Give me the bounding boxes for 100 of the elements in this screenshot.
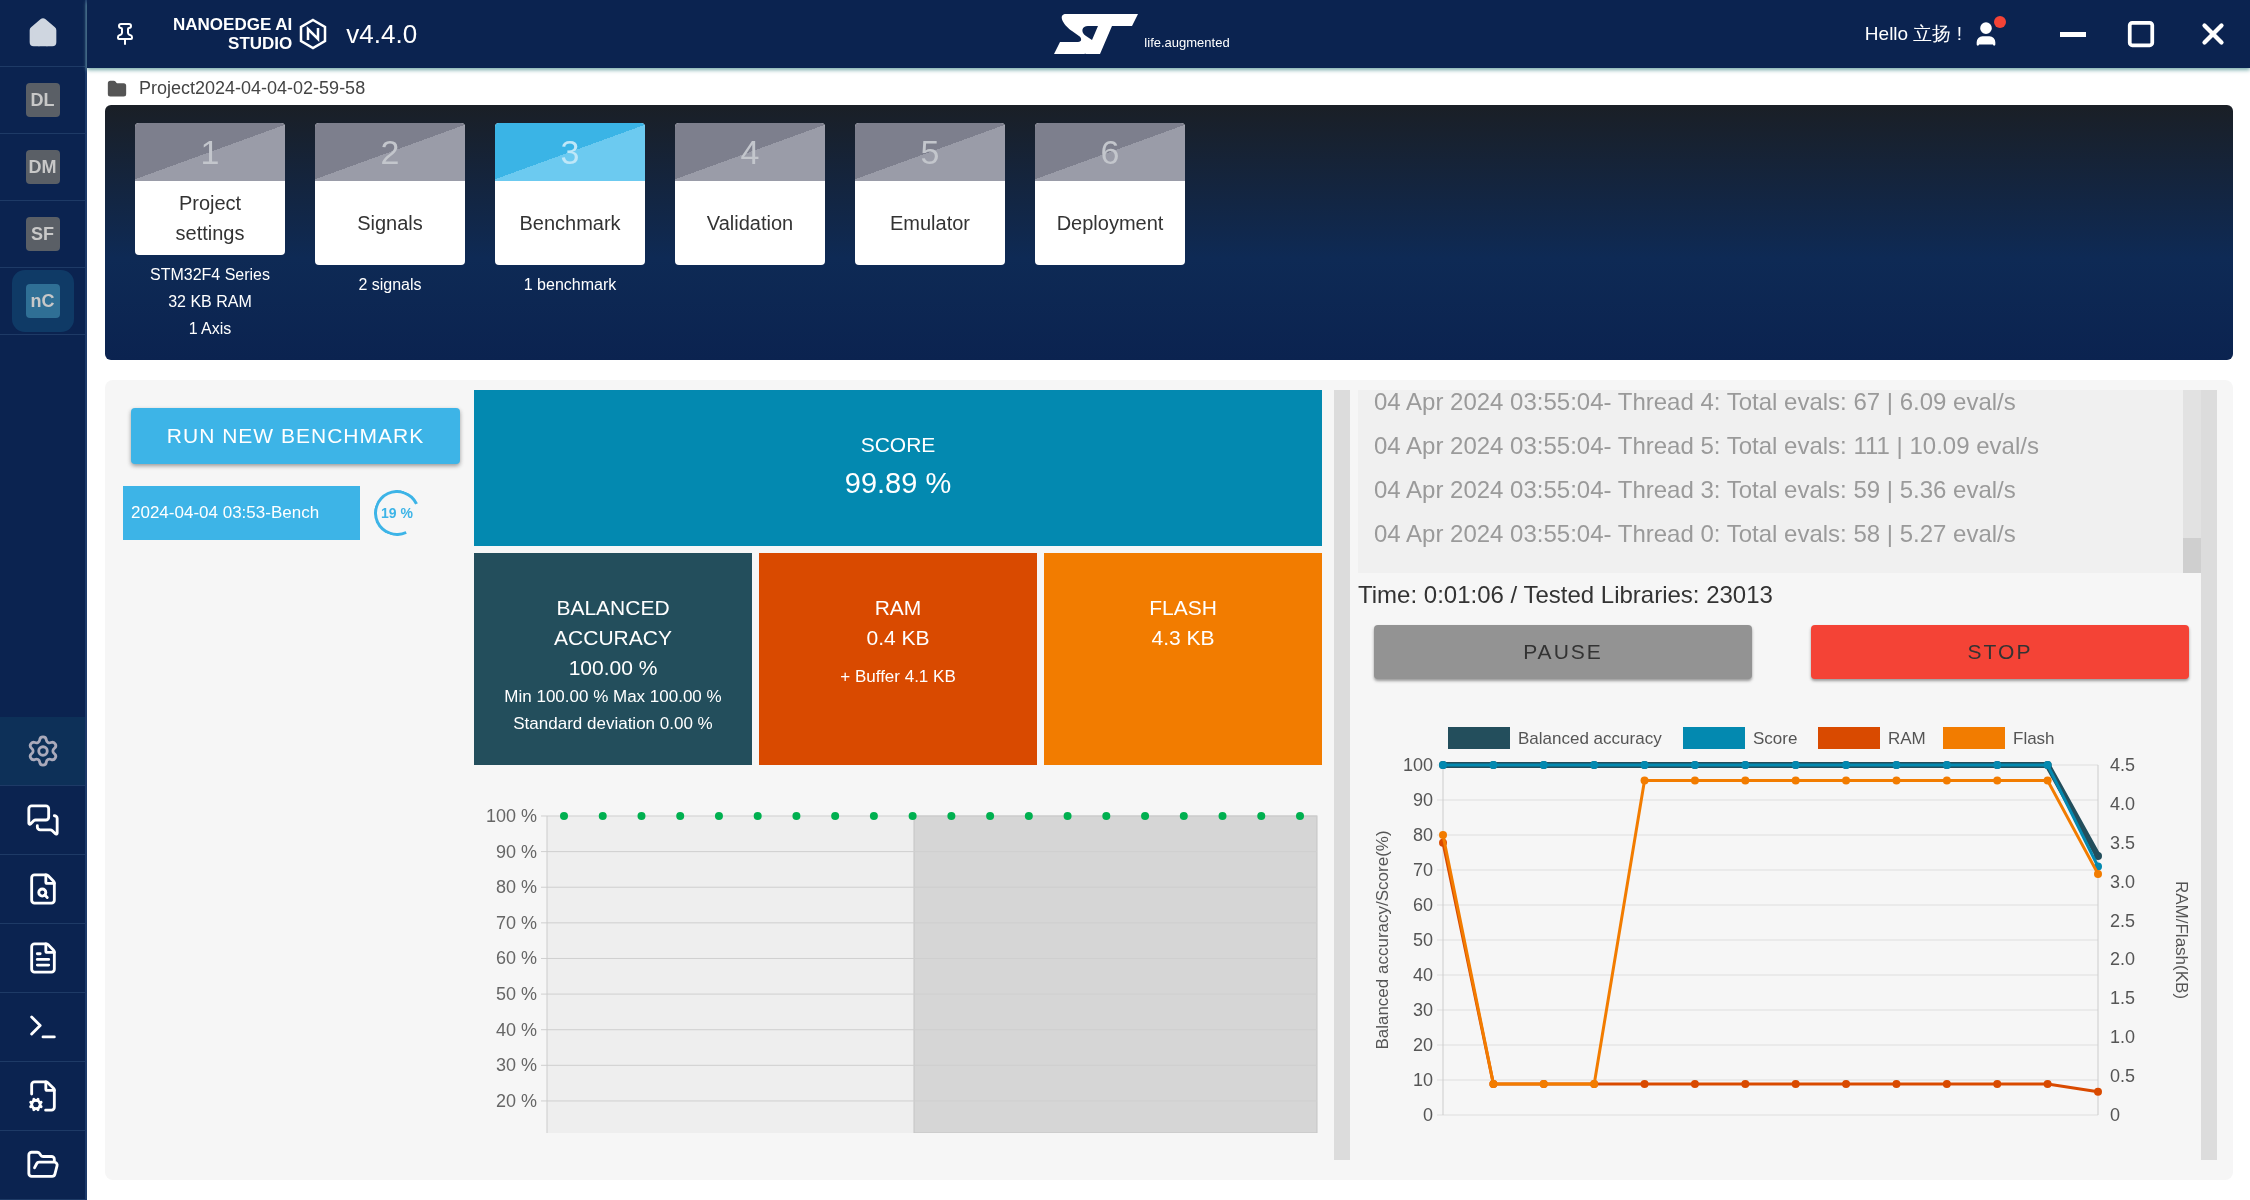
- legend-label: RAM: [1888, 729, 1926, 748]
- axis-tick-label: 0: [1423, 1105, 1433, 1125]
- data-point: [2043, 776, 2052, 785]
- data-point: [1942, 1079, 1951, 1088]
- axis-tick-label: 3.5: [2110, 832, 2136, 853]
- axis-tick-label: 100: [1402, 755, 1433, 775]
- axis-tick-label: 30 %: [495, 1055, 537, 1076]
- step-detail: STM32F4 Series: [149, 265, 270, 285]
- module-badge[interactable]: DL: [25, 83, 60, 117]
- log-line: 04 Apr 2024 03:55:04- Thread 5: Total evals: 111 | 10.09 eval/s: [1374, 431, 2040, 461]
- version-label: v4.4.0: [346, 18, 418, 50]
- axis-tick-label: 60 %: [495, 948, 537, 969]
- stop-button[interactable]: STOP: [1811, 625, 2189, 679]
- maximize-icon: [2126, 19, 2156, 49]
- axis-tick-label: 40 %: [495, 1019, 537, 1040]
- axis-tick-label: 20 %: [495, 1090, 537, 1111]
- axis-tick-label: 40: [1412, 965, 1433, 985]
- tile-detail: + Buffer 4.1 KB: [840, 666, 956, 688]
- tile-label: RAM: [874, 595, 922, 621]
- data-point: [1179, 812, 1188, 820]
- axis-tick-label: 50 %: [495, 984, 537, 1005]
- axis-tick-label: 100 %: [485, 806, 537, 826]
- minimize-icon: [2060, 31, 2086, 37]
- legend-label: Balanced accuracy: [1518, 729, 1663, 748]
- tile-label: SCORE: [860, 432, 936, 458]
- data-point: [637, 812, 646, 820]
- legend-label: Flash: [2013, 729, 2055, 748]
- benchmark-item[interactable]: 2024-04-04 03:53-Bench: [123, 486, 360, 540]
- tile-value: 4.3 KB: [1151, 625, 1215, 651]
- step-card[interactable]: 2 Signals: [315, 123, 465, 265]
- data-point: [1102, 812, 1111, 820]
- data-point: [1993, 776, 2002, 785]
- axis-tick-label: 2.5: [2110, 910, 2136, 931]
- data-point: [2094, 1087, 2102, 1096]
- axis-tick-label: 1.0: [2110, 1027, 2136, 1048]
- data-point: [1218, 812, 1227, 820]
- tile-label: FLASH: [1149, 595, 1217, 621]
- step-card[interactable]: 6 Deployment: [1035, 123, 1185, 265]
- data-point: [792, 812, 801, 820]
- legend-item: Flash: [1943, 727, 2055, 749]
- module-badge[interactable]: SF: [25, 217, 60, 251]
- data-point: [1741, 1079, 1750, 1088]
- data-point: [831, 812, 840, 820]
- pause-button[interactable]: PAUSE: [1374, 625, 1752, 679]
- brand-tagline: life.augmented: [1144, 34, 1230, 50]
- axis-tick-label: 90: [1412, 790, 1433, 810]
- data-point: [1690, 776, 1699, 785]
- data-point: [676, 812, 685, 820]
- data-point: [1842, 1079, 1851, 1088]
- log-line: 04 Apr 2024 03:55:04- Thread 4: Total evals: 67 | 6.09 eval/s: [1374, 390, 2017, 417]
- data-point: [1842, 776, 1851, 785]
- minimize-button[interactable]: [2060, 31, 2086, 37]
- logo-icon: [298, 18, 329, 50]
- scrollbar[interactable]: [2183, 390, 2201, 573]
- data-point: [1892, 1079, 1901, 1088]
- legend-item: RAM: [1818, 727, 1926, 749]
- legend-item: Score: [1683, 727, 1798, 749]
- chat-icon[interactable]: [25, 803, 60, 837]
- status-text: Time: 0:01:06 / Tested Libraries: 23013: [1358, 580, 1774, 610]
- breadcrumb: Project2024-04-04-02-59-58: [139, 78, 366, 99]
- data-point: [1942, 776, 1951, 785]
- axis-tick-label: 2.0: [2110, 949, 2136, 970]
- axis-title: Balanced accuracy/Score(%): [1373, 830, 1392, 1050]
- log-line: 04 Apr 2024 03:55:04- Thread 3: Total evals: 59 | 5.36 eval/s: [1374, 475, 2017, 505]
- data-point: [714, 812, 723, 820]
- axis-tick-label: 50: [1412, 930, 1433, 950]
- tile-detail: Min 100.00 % Max 100.00 %: [504, 686, 722, 708]
- data-point: [598, 812, 607, 820]
- data-point: [986, 812, 995, 820]
- data-point: [1024, 812, 1033, 820]
- data-point: [2094, 852, 2102, 860]
- data-point: [1063, 812, 1072, 820]
- axis-tick-label: 10: [1412, 1070, 1433, 1090]
- data-point: [560, 812, 568, 820]
- data-point: [1741, 776, 1750, 785]
- data-point: [1257, 812, 1266, 820]
- legend-item: Balanced accuracy: [1448, 727, 1662, 749]
- axis-tick-label: 0: [2110, 1105, 2120, 1125]
- data-point: [1690, 1079, 1699, 1088]
- step-card[interactable]: 1 Project settings: [135, 123, 285, 255]
- data-point: [1791, 776, 1800, 785]
- step-card[interactable]: 3 Benchmark: [495, 123, 645, 265]
- log-line: 04 Apr 2024 03:55:04- Thread 0: Total evals: 58 | 5.27 eval/s: [1374, 519, 2017, 549]
- step-card[interactable]: 5 Emulator: [855, 123, 1005, 265]
- axis-tick-label: 3.0: [2110, 871, 2136, 892]
- step-card[interactable]: 4 Validation: [675, 123, 825, 265]
- axis-tick-label: 0.5: [2110, 1066, 2136, 1087]
- maximize-button[interactable]: [2126, 19, 2156, 49]
- step-detail: 32 KB RAM: [168, 292, 252, 312]
- axis-tick-label: 4.0: [2110, 793, 2136, 814]
- tile-value: 100.00 %: [568, 655, 658, 681]
- run-benchmark-button[interactable]: RUN NEW BENCHMARK: [131, 408, 460, 464]
- step-detail: 2 signals: [358, 275, 422, 295]
- greeting: Hello 立扬 !: [1864, 22, 1962, 46]
- axis-tick-label: 60: [1412, 895, 1433, 915]
- axis-tick-label: 80: [1412, 825, 1433, 845]
- axis-tick-label: 70: [1412, 860, 1433, 880]
- module-badge[interactable]: DM: [25, 150, 60, 184]
- tile-value: 0.4 KB: [866, 625, 930, 651]
- tile-detail: Standard deviation 0.00 %: [513, 713, 713, 735]
